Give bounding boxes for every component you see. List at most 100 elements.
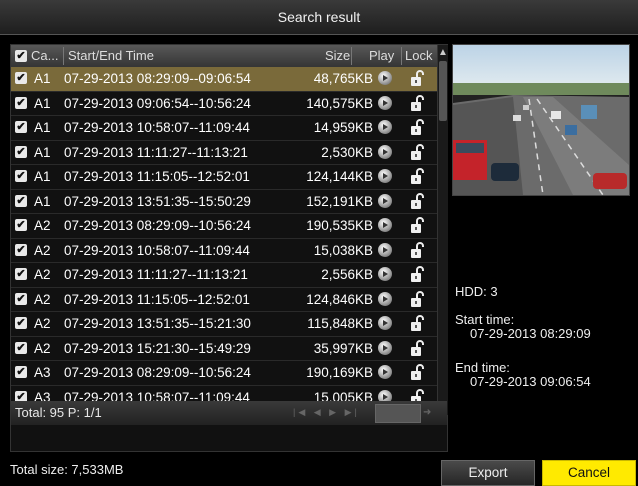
table-row[interactable]: ✔ A1 07-29-2013 13:51:35--15:50:29 152,191K… bbox=[11, 190, 437, 214]
play-icon[interactable] bbox=[378, 340, 392, 355]
table-row[interactable]: ✔ A1 07-29-2013 10:58:07--11:09:44 14,959KB bbox=[11, 116, 437, 141]
total-size-label: Total size: 7,533MB bbox=[10, 462, 124, 477]
play-icon[interactable] bbox=[378, 144, 392, 159]
row-checkbox[interactable]: ✔ bbox=[15, 194, 27, 207]
camera-cell: A1 bbox=[34, 193, 51, 209]
select-all-checkbox[interactable]: ✔ bbox=[15, 50, 27, 62]
unlock-icon[interactable] bbox=[410, 168, 426, 185]
list-scrollbar[interactable]: ▲ ▼ bbox=[437, 45, 448, 415]
row-checkbox[interactable]: ✔ bbox=[15, 96, 27, 109]
unlock-icon[interactable] bbox=[410, 192, 426, 210]
total-count: Total: 95 P: 1/1 bbox=[15, 405, 102, 420]
size-cell: 152,191KB bbox=[306, 193, 373, 209]
row-checkbox[interactable]: ✔ bbox=[15, 317, 27, 329]
hdd-label: HDD: 3 bbox=[455, 284, 498, 299]
table-row[interactable]: ✔ A2 07-29-2013 11:15:05--12:52:01 124,846K… bbox=[11, 288, 437, 312]
camera-cell: A1 bbox=[34, 120, 51, 135]
row-checkbox[interactable]: ✔ bbox=[15, 72, 27, 84]
unlock-icon[interactable] bbox=[410, 119, 426, 136]
unlock-icon[interactable] bbox=[410, 70, 426, 87]
column-header-time[interactable]: Start/End Time bbox=[68, 45, 154, 67]
time-cell: 07-29-2013 09:06:54--10:56:24 bbox=[64, 95, 251, 111]
row-checkbox[interactable]: ✔ bbox=[15, 243, 27, 256]
table-row[interactable]: ✔ A1 07-29-2013 11:15:05--12:52:01 124,144K… bbox=[11, 165, 437, 190]
scroll-up-icon[interactable]: ▲ bbox=[438, 47, 448, 59]
size-cell: 35,997KB bbox=[313, 340, 373, 356]
size-cell: 15,038KB bbox=[313, 242, 373, 258]
play-icon[interactable] bbox=[378, 120, 392, 134]
size-cell: 2,530KB bbox=[321, 144, 373, 160]
time-cell: 07-29-2013 10:58:07--11:09:44 bbox=[64, 242, 250, 258]
camera-cell: A2 bbox=[34, 267, 51, 282]
size-cell: 124,144KB bbox=[306, 169, 373, 184]
page-number-input[interactable] bbox=[375, 404, 421, 423]
table-row[interactable]: ✔ A1 07-29-2013 08:29:09--09:06:54 48,765KB bbox=[11, 67, 437, 92]
time-cell: 07-29-2013 11:11:27--11:13:21 bbox=[64, 267, 248, 282]
play-icon[interactable] bbox=[378, 169, 392, 183]
play-icon[interactable] bbox=[378, 218, 392, 232]
column-header-lock[interactable]: Lock bbox=[405, 45, 432, 67]
scroll-thumb[interactable] bbox=[439, 61, 447, 121]
unlock-icon[interactable] bbox=[410, 94, 426, 112]
play-icon[interactable] bbox=[378, 316, 392, 330]
time-cell: 07-29-2013 11:15:05--12:52:01 bbox=[64, 291, 250, 307]
unlock-icon[interactable] bbox=[410, 266, 426, 283]
table-row[interactable]: ✔ A2 07-29-2013 11:11:27--11:13:21 2,556KB bbox=[11, 263, 437, 288]
play-icon[interactable] bbox=[378, 95, 392, 110]
unlock-icon[interactable] bbox=[410, 315, 426, 332]
play-icon[interactable] bbox=[378, 291, 392, 306]
play-icon[interactable] bbox=[378, 193, 392, 208]
unlock-icon[interactable] bbox=[410, 364, 426, 381]
play-icon[interactable] bbox=[378, 365, 392, 379]
table-row[interactable]: ✔ A3 07-29-2013 08:29:09--10:56:24 190,169K… bbox=[11, 361, 437, 386]
row-checkbox[interactable]: ✔ bbox=[15, 121, 27, 133]
camera-cell: A1 bbox=[34, 144, 51, 160]
row-checkbox[interactable]: ✔ bbox=[15, 145, 27, 158]
row-checkbox[interactable]: ✔ bbox=[15, 219, 27, 231]
row-checkbox[interactable]: ✔ bbox=[15, 268, 27, 280]
table-row[interactable]: ✔ A2 07-29-2013 08:29:09--10:56:24 190,535K… bbox=[11, 214, 437, 239]
time-cell: 07-29-2013 11:15:05--12:52:01 bbox=[64, 169, 250, 184]
table-row[interactable]: ✔ A2 07-29-2013 15:21:30--15:49:29 35,997KB bbox=[11, 337, 437, 361]
row-checkbox[interactable]: ✔ bbox=[15, 170, 27, 182]
row-checkbox[interactable]: ✔ bbox=[15, 366, 27, 378]
table-header: ✔ Ca... Start/End Time Size Play Lock bbox=[11, 45, 437, 67]
play-icon[interactable] bbox=[378, 242, 392, 257]
size-cell: 115,848KB bbox=[307, 316, 373, 331]
unlock-icon[interactable] bbox=[410, 217, 426, 234]
table-row[interactable]: ✔ A2 07-29-2013 10:58:07--11:09:44 15,038KB bbox=[11, 239, 437, 263]
play-icon[interactable] bbox=[378, 71, 392, 85]
column-header-camera[interactable]: Ca... bbox=[31, 45, 58, 67]
column-header-play[interactable]: Play bbox=[369, 45, 394, 67]
play-icon[interactable] bbox=[378, 267, 392, 281]
time-cell: 07-29-2013 08:29:09--10:56:24 bbox=[64, 218, 251, 233]
unlock-icon[interactable] bbox=[410, 290, 426, 308]
table-row[interactable]: ✔ A2 07-29-2013 13:51:35--15:21:30 115,848K… bbox=[11, 312, 437, 337]
results-panel: ✔ Ca... Start/End Time Size Play Lock ✔ A… bbox=[10, 44, 448, 452]
row-checkbox[interactable]: ✔ bbox=[15, 341, 27, 354]
camera-cell: A2 bbox=[34, 218, 51, 233]
unlock-icon[interactable] bbox=[410, 143, 426, 161]
cancel-button[interactable]: Cancel bbox=[542, 460, 636, 486]
size-cell: 140,575KB bbox=[306, 95, 373, 111]
size-cell: 190,535KB bbox=[306, 218, 373, 233]
table-row[interactable]: ✔ A1 07-29-2013 11:11:27--11:13:21 2,530KB bbox=[11, 141, 437, 165]
end-time-value: 07-29-2013 09:06:54 bbox=[470, 374, 591, 389]
size-cell: 190,169KB bbox=[306, 365, 373, 380]
page-navigation-icons[interactable]: |◀ ◀ ▶ ▶| bbox=[293, 407, 360, 418]
column-header-size[interactable]: Size bbox=[325, 45, 350, 67]
start-time-value: 07-29-2013 08:29:09 bbox=[470, 326, 591, 341]
camera-cell: A2 bbox=[34, 242, 51, 258]
table-row[interactable]: ✔ A1 07-29-2013 09:06:54--10:56:24 140,575K… bbox=[11, 92, 437, 116]
row-checkbox[interactable]: ✔ bbox=[15, 292, 27, 305]
camera-cell: A2 bbox=[34, 316, 51, 331]
export-button[interactable]: Export bbox=[441, 460, 535, 486]
dialog-title: Search result bbox=[0, 0, 638, 35]
time-cell: 07-29-2013 13:51:35--15:21:30 bbox=[64, 316, 251, 331]
camera-cell: A1 bbox=[34, 95, 51, 111]
unlock-icon[interactable] bbox=[410, 339, 426, 357]
go-page-icon[interactable]: ➜ bbox=[423, 407, 431, 418]
end-time-label: End time: bbox=[455, 360, 510, 375]
size-cell: 124,846KB bbox=[306, 291, 373, 307]
unlock-icon[interactable] bbox=[410, 241, 426, 259]
